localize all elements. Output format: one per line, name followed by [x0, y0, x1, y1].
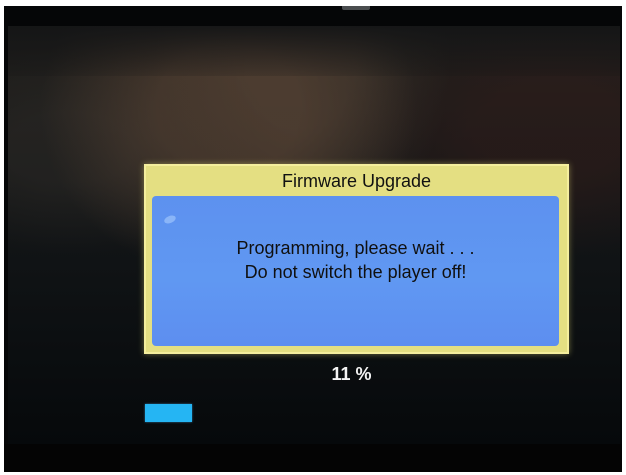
- screen-glare: [163, 214, 177, 225]
- photo-frame: Firmware Upgrade Programming, please wai…: [0, 0, 626, 475]
- tv-bezel: Firmware Upgrade Programming, please wai…: [4, 6, 622, 472]
- bottom-bezel: [4, 444, 622, 472]
- warning-message: Do not switch the player off!: [244, 262, 467, 282]
- programming-message: Programming, please wait . . .: [236, 238, 475, 258]
- dialog-message-panel: Programming, please wait . . . Do not sw…: [152, 196, 559, 346]
- screen-reflection: [8, 26, 620, 76]
- progress-fill: [145, 404, 192, 422]
- dialog-title: Firmware Upgrade: [281, 171, 432, 191]
- dialog-message: Programming, please wait . . . Do not sw…: [152, 236, 559, 284]
- bezel-sensor: [342, 6, 370, 10]
- firmware-upgrade-dialog: Firmware Upgrade Programming, please wai…: [144, 164, 569, 354]
- progress-percentage: 11 %: [331, 364, 372, 384]
- progress-track: [145, 404, 570, 424]
